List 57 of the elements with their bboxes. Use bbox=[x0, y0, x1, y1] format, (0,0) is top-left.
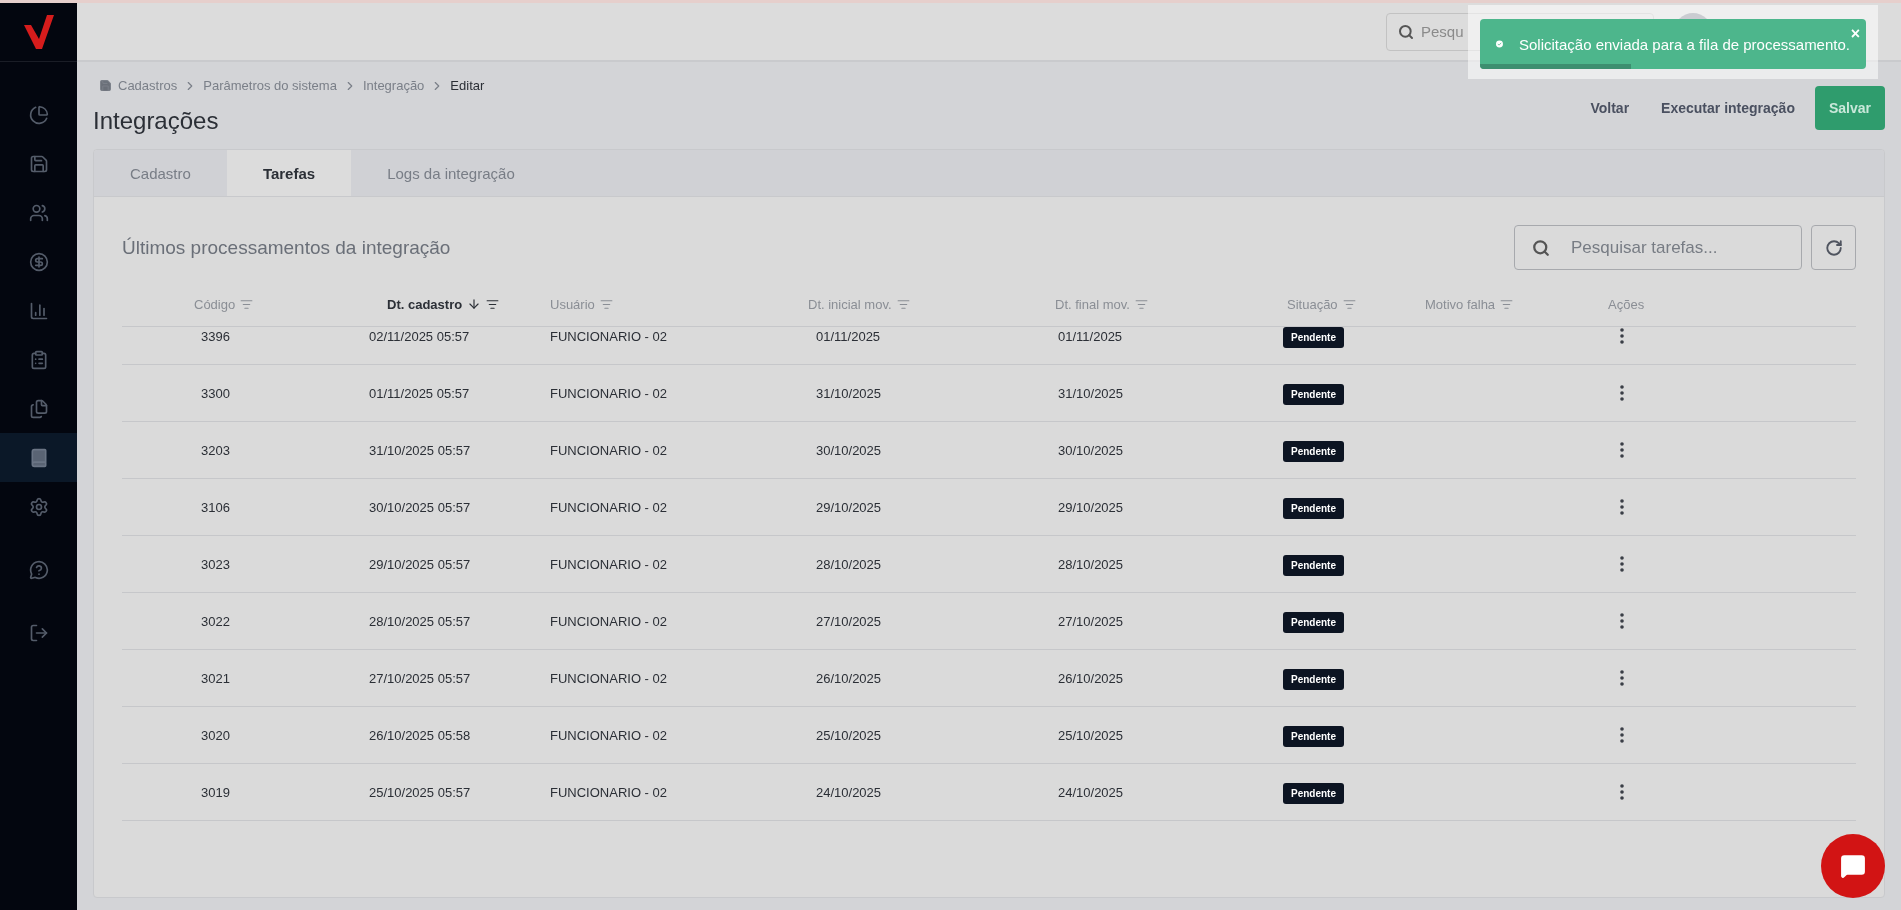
status-badge: Pendente bbox=[1283, 554, 1344, 576]
table-cell-text: 26/10/2025 bbox=[1057, 670, 1125, 686]
table-cell-text: 25/10/2025 bbox=[1057, 727, 1125, 743]
table-cell-text: FUNCIONARIO - 02 bbox=[550, 499, 668, 515]
page-title: Integrações bbox=[93, 107, 219, 135]
table-cell-text: 31/10/2025 bbox=[1057, 385, 1125, 401]
table-cell-text: 25/10/2025 05:57 bbox=[369, 784, 472, 800]
table-cell-text: 3396 bbox=[200, 328, 231, 344]
table-cell-text: 30/10/2025 05:57 bbox=[369, 499, 472, 515]
table-cell-text: 26/10/2025 bbox=[815, 670, 883, 686]
status-badge: Pendente bbox=[1283, 327, 1344, 348]
table-cell-text: 27/10/2025 05:57 bbox=[369, 670, 472, 686]
table-cell-text: 30/10/2025 bbox=[815, 442, 883, 458]
table-cell-text: 02/11/2025 05:57 bbox=[369, 328, 471, 344]
status-badge: Pendente bbox=[1283, 611, 1344, 633]
table-cell-text: 01/11/2025 bbox=[1057, 328, 1124, 344]
table-cell-text: 3023 bbox=[200, 556, 231, 572]
table-cell-text: FUNCIONARIO - 02 bbox=[550, 328, 668, 344]
table-cell-text: FUNCIONARIO - 02 bbox=[550, 613, 668, 629]
table-cell-text: FUNCIONARIO - 02 bbox=[550, 442, 668, 458]
table-cell-text: FUNCIONARIO - 02 bbox=[550, 727, 668, 743]
status-badge: Pendente bbox=[1283, 725, 1344, 747]
status-badge: Pendente bbox=[1283, 782, 1344, 804]
table-cell-text: 01/11/2025 05:57 bbox=[369, 385, 471, 401]
table-cell-text: 29/10/2025 bbox=[815, 499, 883, 515]
table-cell-text: 27/10/2025 bbox=[1057, 613, 1125, 629]
table-cell-text: 3021 bbox=[200, 670, 231, 686]
status-badge: Pendente bbox=[1283, 383, 1344, 405]
table-cell-text: 31/10/2025 bbox=[815, 385, 883, 401]
table-cell-text: 3022 bbox=[200, 613, 231, 629]
table-cell-text: 28/10/2025 bbox=[815, 556, 883, 572]
table-cell-text: FUNCIONARIO - 02 bbox=[550, 784, 668, 800]
table-cell-text: 3019 bbox=[200, 784, 231, 800]
table-cell-text: 26/10/2025 05:58 bbox=[369, 727, 472, 743]
table-cell-text: 3300 bbox=[200, 385, 231, 401]
table-cell-text: 24/10/2025 bbox=[815, 784, 883, 800]
table-cell-text: 3203 bbox=[200, 442, 231, 458]
table-cell-text: 24/10/2025 bbox=[1057, 784, 1125, 800]
table-cell-text: 31/10/2025 05:57 bbox=[369, 442, 472, 458]
table-cell-text: 01/11/2025 bbox=[815, 328, 882, 344]
table-cell-text: 28/10/2025 bbox=[1057, 556, 1125, 572]
table-cell-text: 29/10/2025 05:57 bbox=[369, 556, 472, 572]
table-cell-text: 25/10/2025 bbox=[815, 727, 883, 743]
table-cell-text: 27/10/2025 bbox=[815, 613, 883, 629]
status-badge: Pendente bbox=[1283, 440, 1344, 462]
table-cell-text: 29/10/2025 bbox=[1057, 499, 1125, 515]
table-cell-text: 3020 bbox=[200, 727, 231, 743]
toast-message: Solicitação enviada para a fila de processamento. bbox=[1518, 35, 1850, 53]
table-cell-text: 30/10/2025 bbox=[1057, 442, 1125, 458]
status-badge: Pendente bbox=[1283, 668, 1344, 690]
table-cell-text: FUNCIONARIO - 02 bbox=[550, 556, 668, 572]
table-cell-text: FUNCIONARIO - 02 bbox=[550, 670, 668, 686]
status-badge: Pendente bbox=[1283, 497, 1344, 519]
table-cell-text: 3106 bbox=[200, 499, 231, 515]
section-title: Últimos processamentos da integração bbox=[122, 236, 451, 259]
table-cell-text: 28/10/2025 05:57 bbox=[369, 613, 472, 629]
table-cell-text: FUNCIONARIO - 02 bbox=[550, 385, 668, 401]
